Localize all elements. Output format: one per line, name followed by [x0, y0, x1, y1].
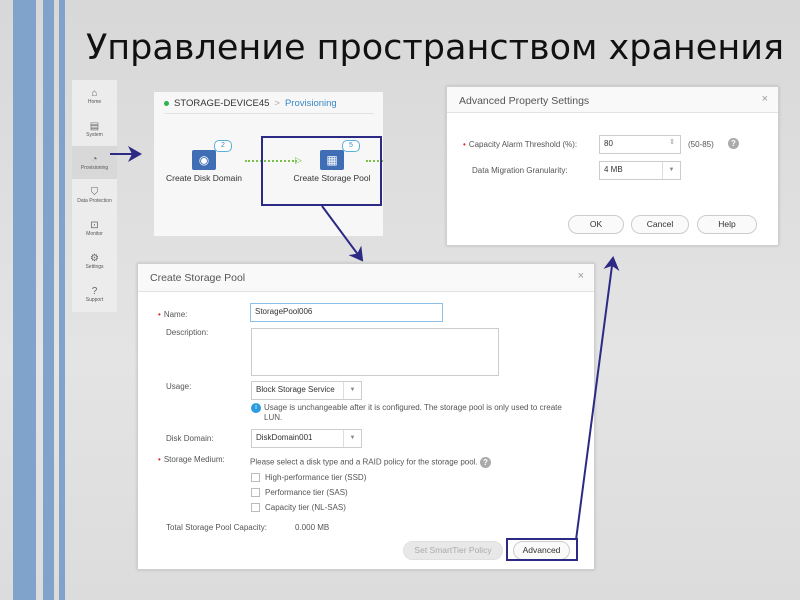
arrow-to-pool-dialog — [321, 205, 364, 262]
annotation-arrows — [110, 146, 620, 541]
arrow-to-advanced-dialog — [575, 256, 620, 541]
